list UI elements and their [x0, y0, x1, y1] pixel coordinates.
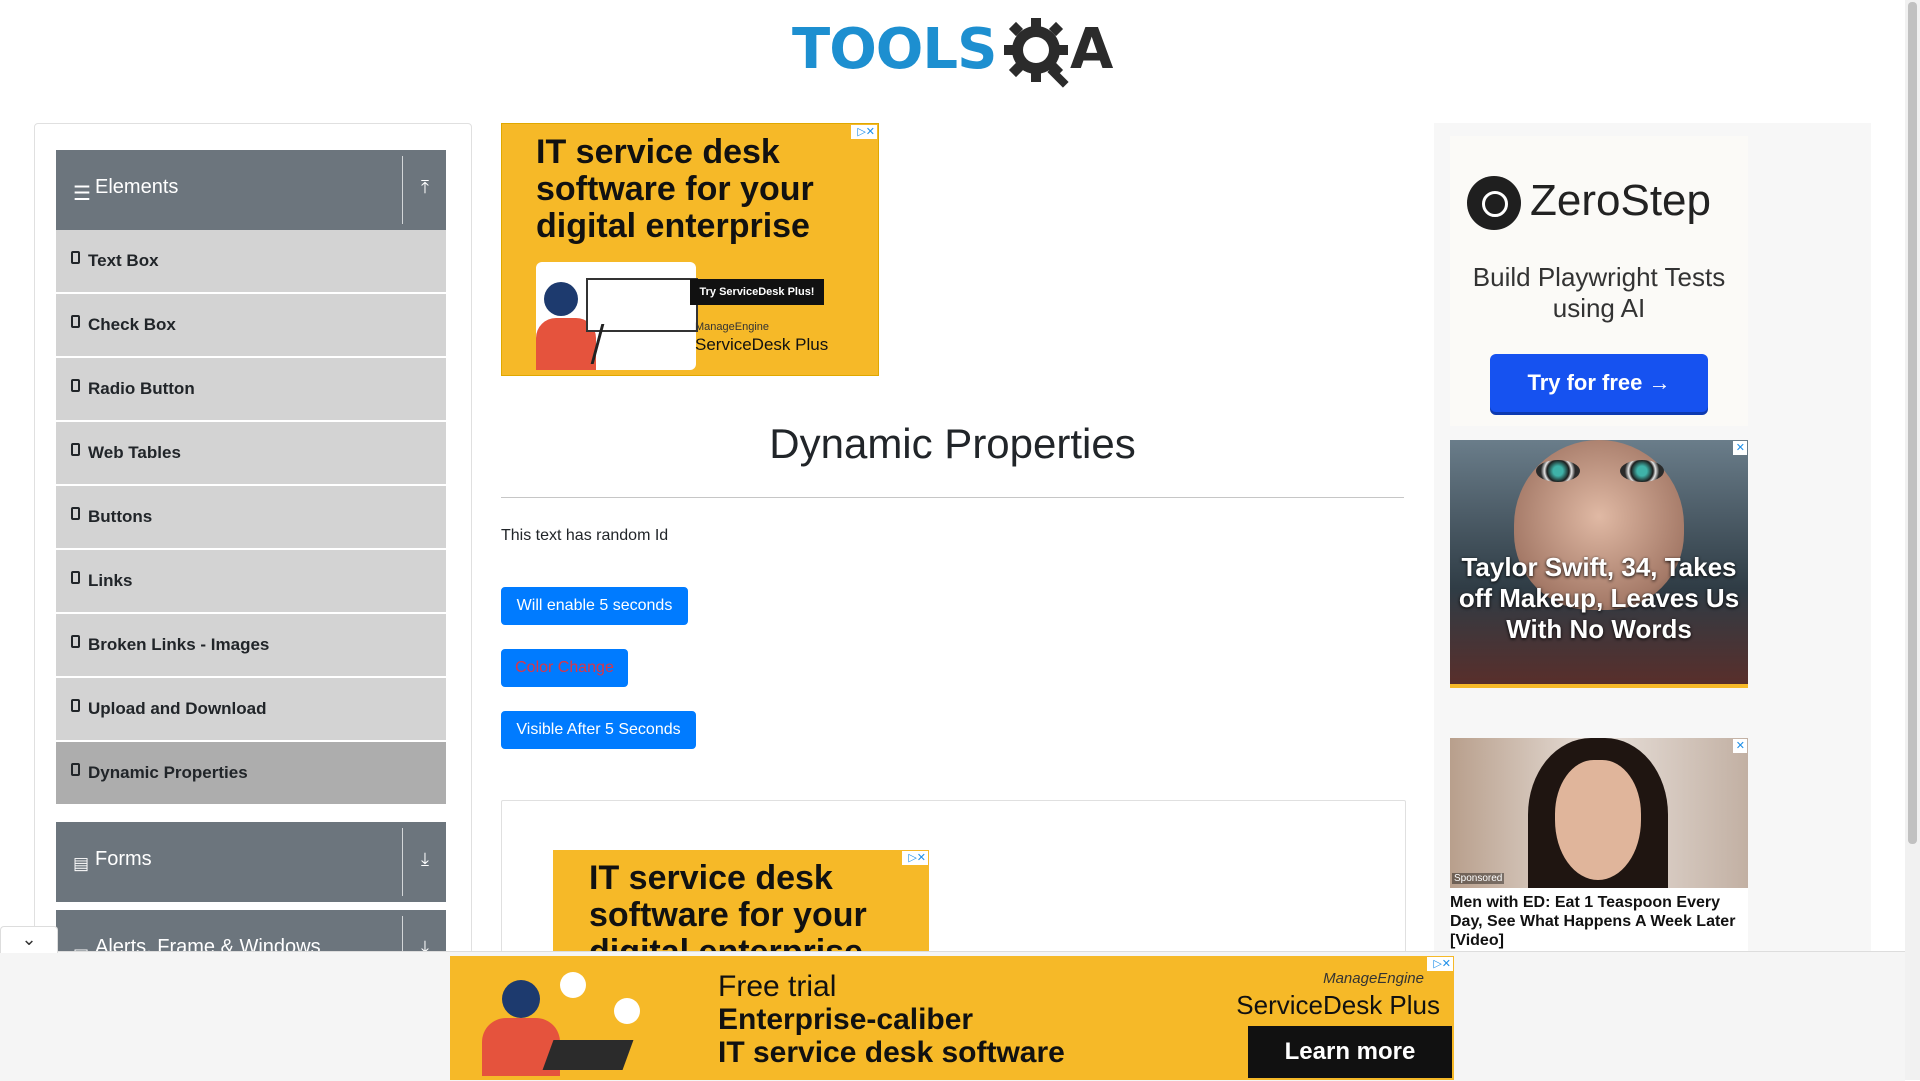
divider: [402, 916, 403, 954]
zerostep-brand: ZeroStep: [1530, 176, 1711, 225]
item-label: Check Box: [88, 315, 176, 334]
group-title: Elements: [95, 176, 179, 198]
divider: [402, 828, 403, 896]
item-icon: [71, 763, 80, 776]
item-label: Upload and Download: [88, 699, 267, 718]
sidebar-item-dynamic-properties[interactable]: Dynamic Properties: [56, 742, 446, 806]
item-label: Links: [88, 571, 133, 590]
scrollbar[interactable]: [1905, 0, 1920, 1080]
sponsored-badge: Sponsored: [1452, 873, 1505, 884]
ad-illustration: [468, 962, 668, 1076]
ad-brand-small: ManageEngine: [695, 321, 770, 333]
bottom-ad-copy: Free trial Enterprise-caliber IT service…: [718, 970, 1065, 1069]
ad-line: Free trial: [718, 970, 837, 1003]
group-header-forms[interactable]: ▤ Forms ⤓: [56, 822, 446, 902]
item-icon: [71, 571, 80, 584]
ad-brand-small: ManageEngine: [1323, 970, 1424, 987]
zerostep-ad[interactable]: ZeroStep Build Playwright Tests using AI…: [1450, 136, 1748, 426]
item-icon: [71, 315, 80, 328]
gear-magnifier-icon: [1004, 18, 1069, 88]
bottom-ad-banner[interactable]: ▷✕ Free trial Enterprise-caliber IT serv…: [450, 956, 1454, 1080]
ad-brand: ServiceDesk Plus: [1236, 990, 1440, 1020]
ad-photo-eye: [1620, 460, 1664, 482]
chevron-down-icon[interactable]: ⌄: [0, 926, 58, 953]
item-icon: [71, 251, 80, 264]
logo-a-text: A: [1070, 17, 1114, 82]
sidebar-item-web-tables[interactable]: Web Tables: [56, 422, 446, 486]
item-label: Text Box: [88, 251, 159, 270]
celebrity-ad[interactable]: ✕ Taylor Swift, 34, Takes off Makeup, Le…: [1450, 440, 1748, 688]
sidebar-item-buttons[interactable]: Buttons: [56, 486, 446, 550]
logo-tools-text: TOOLS: [792, 17, 997, 82]
ad-illustration: [536, 262, 698, 370]
item-label: Radio Button: [88, 379, 195, 398]
upload-icon[interactable]: ⤒: [414, 177, 436, 199]
try-for-free-button[interactable]: Try for free →: [1490, 354, 1708, 412]
ad-line: Enterprise-caliber: [718, 1003, 974, 1036]
sidebar-item-broken-links[interactable]: Broken Links - Images: [56, 614, 446, 678]
title-divider: [501, 497, 1404, 498]
sidebar-item-text-box[interactable]: Text Box: [56, 230, 446, 294]
ad-accent-bar: [1450, 684, 1748, 688]
item-icon: [71, 699, 80, 712]
item-icon: [71, 379, 80, 392]
ad-line: IT service desk software: [718, 1036, 1065, 1069]
item-label: Dynamic Properties: [88, 763, 248, 782]
item-label: Buttons: [88, 507, 153, 526]
ad-title[interactable]: Men with ED: Eat 1 Teaspoon Every Day, S…: [1450, 893, 1748, 950]
page-title: Dynamic Properties: [769, 420, 1136, 467]
random-id-text: This text has random Id: [501, 527, 669, 544]
hamburger-icon: ☰: [73, 183, 91, 205]
sidebar-item-upload-download[interactable]: Upload and Download: [56, 678, 446, 742]
document-icon: ▤: [73, 854, 90, 873]
ad-banner-top[interactable]: ▷✕ IT service desk software for your dig…: [501, 123, 879, 376]
left-menu: ☰ Elements ⤒ Text Box Check Box Radio Bu…: [34, 123, 472, 955]
item-icon: [71, 507, 80, 520]
group-header-alerts[interactable]: ▭ Alerts, Frame & Windows ⤓: [56, 910, 446, 954]
sponsored-ad[interactable]: ✕ Sponsored Men with ED: Eat 1 Teaspoon …: [1450, 738, 1748, 953]
group-header-elements[interactable]: ☰ Elements ⤒: [56, 150, 446, 230]
group-title: Forms: [95, 848, 152, 870]
item-label: Web Tables: [88, 443, 181, 462]
sidebar-item-radio-button[interactable]: Radio Button: [56, 358, 446, 422]
scroll-thumb[interactable]: [1908, 2, 1917, 844]
enable-after-button[interactable]: Will enable 5 seconds: [501, 587, 688, 625]
item-icon: [71, 635, 80, 648]
item-label: Broken Links - Images: [88, 635, 270, 654]
learn-more-button[interactable]: Learn more: [1248, 1026, 1452, 1078]
download-icon[interactable]: ⤓: [414, 849, 436, 871]
zerostep-tagline: Build Playwright Tests using AI: [1472, 262, 1726, 323]
ad-cta-button[interactable]: Try ServiceDesk Plus!: [690, 279, 824, 305]
zerostep-logo-icon: [1467, 176, 1521, 230]
color-change-button[interactable]: Color Change: [501, 649, 628, 687]
ad-photo: [1450, 738, 1748, 888]
divider: [402, 156, 403, 224]
toolsqa-logo[interactable]: TOOLS A: [792, 14, 1114, 90]
ad-headline: IT service desk software for your digita…: [536, 133, 814, 245]
item-icon: [71, 443, 80, 456]
ad-brand: ServiceDesk Plus: [695, 335, 829, 354]
ad-close-icon[interactable]: ✕: [1733, 739, 1747, 753]
ad-caption: Taylor Swift, 34, Takes off Makeup, Leav…: [1458, 552, 1740, 644]
sidebar-item-links[interactable]: Links: [56, 550, 446, 614]
ad-close-icon[interactable]: ✕: [1733, 441, 1747, 455]
ad-photo-eye: [1536, 460, 1580, 482]
visible-after-button[interactable]: Visible After 5 Seconds: [501, 711, 696, 749]
ad-close-icon[interactable]: ▷✕: [1427, 957, 1453, 971]
sidebar-item-check-box[interactable]: Check Box: [56, 294, 446, 358]
ad-photo-face: [1555, 760, 1641, 880]
